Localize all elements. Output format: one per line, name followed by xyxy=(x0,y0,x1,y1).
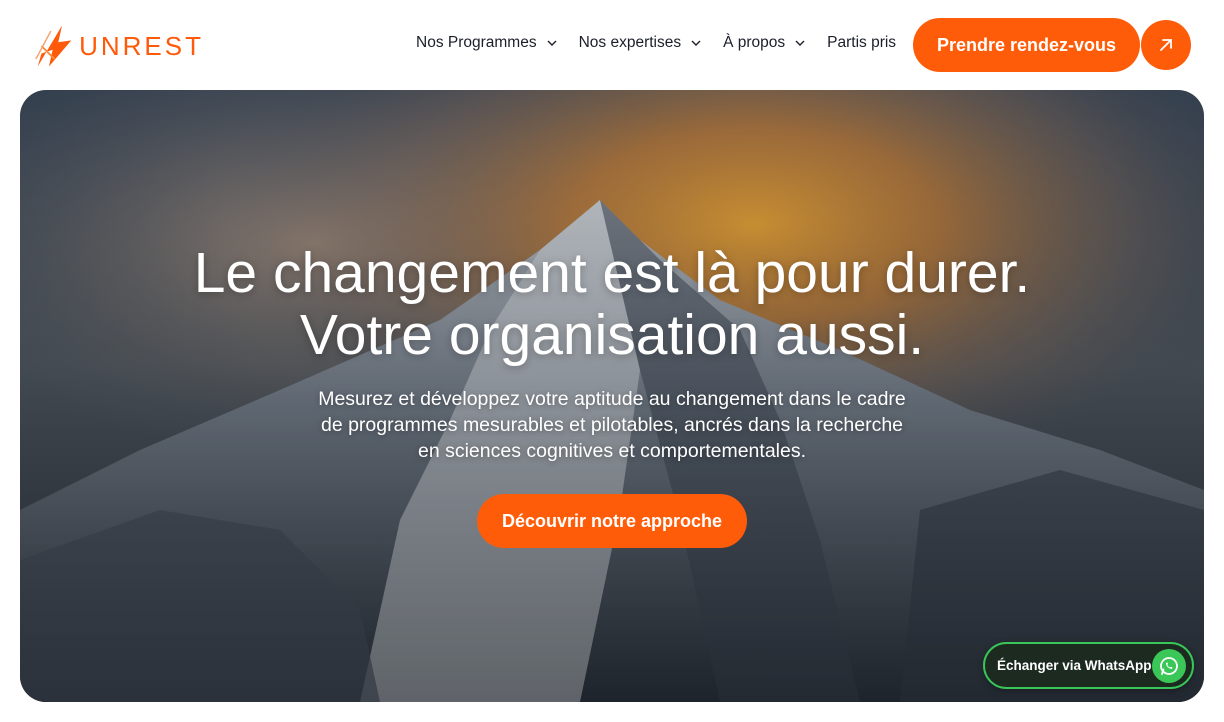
unrest-logo-icon xyxy=(35,25,72,67)
hero-title-line1: Le changement est là pour durer. xyxy=(193,241,1031,305)
hero-content: Le changement est là pour durer. Votre o… xyxy=(20,90,1204,702)
discover-approach-button[interactable]: Découvrir notre approche xyxy=(477,494,747,548)
chevron-down-icon xyxy=(547,40,557,46)
site-header: UNREST Nos Programmes Nos expertises À p… xyxy=(0,0,1224,90)
whatsapp-chat-button[interactable]: Échanger via WhatsApp xyxy=(983,642,1194,689)
nav-item-label: Partis pris xyxy=(827,34,897,51)
nav-item-label: Nos expertises xyxy=(578,34,682,51)
whatsapp-icon xyxy=(1152,649,1186,683)
hero-subtitle-line1: Mesurez et développez votre aptitude au … xyxy=(318,388,906,410)
nav-item-label: À propos xyxy=(723,34,786,51)
logo-text: UNREST xyxy=(79,30,204,61)
nav-item-partis-pris[interactable]: Partis pris xyxy=(827,34,896,52)
arrow-up-right-icon xyxy=(1160,39,1172,51)
nav-item-expertises[interactable]: Nos expertises xyxy=(579,34,704,52)
hero-subtitle: Mesurez et développez votre aptitude au … xyxy=(262,386,962,464)
whatsapp-label: Échanger via WhatsApp xyxy=(997,658,1152,673)
chevron-down-icon xyxy=(795,40,805,46)
book-appointment-arrow-button[interactable] xyxy=(1141,20,1191,70)
hero-subtitle-line3: en sciences cognitives et comportemental… xyxy=(417,440,807,462)
hero-section: Le changement est là pour durer. Votre o… xyxy=(20,90,1204,702)
hero-title: Le changement est là pour durer. Votre o… xyxy=(20,242,1204,366)
book-appointment-button[interactable]: Prendre rendez-vous xyxy=(913,18,1140,72)
hero-title-line2: Votre organisation aussi. xyxy=(299,303,925,367)
nav-item-a-propos[interactable]: À propos xyxy=(723,34,807,52)
main-nav: Nos Programmes Nos expertises À propos P… xyxy=(416,34,896,52)
header-cta: Prendre rendez-vous xyxy=(913,18,1191,72)
nav-item-programmes[interactable]: Nos Programmes xyxy=(416,34,559,52)
hero-subtitle-line2: de programmes mesurables et pilotables, … xyxy=(320,414,904,436)
nav-item-label: Nos Programmes xyxy=(416,34,537,51)
chevron-down-icon xyxy=(691,40,701,46)
logo[interactable]: UNREST xyxy=(34,20,204,72)
